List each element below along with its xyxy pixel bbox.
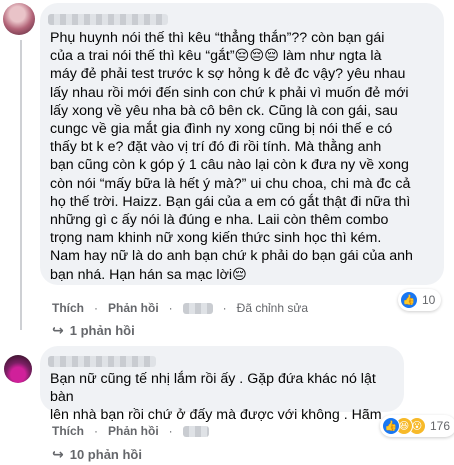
comment-bubble: Phụ huynh nói thế thì kêu “thẳng thắn”??… [40,3,444,285]
replies-count-label: 1 phản hồi [69,323,135,338]
replies-count-label: 10 phản hồi [69,447,142,462]
commenter-name[interactable] [48,11,168,29]
view-replies[interactable]: ↪ 1 phản hồi [52,322,135,339]
reaction-summary[interactable]: 👍 😆 😮 176 [380,415,454,437]
comment-actions: Thích · Phản hồi · · Đã chỉnh sửa [52,301,309,315]
comment-text: Bạn nữ cũng tế nhị lắm rồi ấy . Gặp đứa … [50,371,382,424]
comment-actions: Thích · Phản hồi · [52,424,209,438]
view-replies[interactable]: ↪ 10 phản hồi [52,446,142,463]
commenter-name[interactable] [48,353,156,371]
reaction-summary[interactable]: 👍 10 [398,289,442,311]
timestamp[interactable] [182,302,213,314]
thread-line [20,40,22,330]
like-icon: 👍 [400,291,418,309]
avatar[interactable] [3,3,35,35]
comment-bubble: Bạn nữ cũng tế nhị lắm rồi ấy . Gặp đứa … [40,346,404,423]
reply-button[interactable]: Phản hồi [108,301,159,315]
like-button[interactable]: Thích [52,424,84,438]
reply-arrow-icon: ↪ [52,322,64,338]
reaction-count: 176 [430,419,451,433]
avatar[interactable] [4,355,32,383]
like-button[interactable]: Thích [52,301,84,315]
edited-label[interactable]: Đã chỉnh sửa [237,301,308,315]
reaction-count: 10 [422,293,436,307]
like-icon: 👍 [382,417,400,435]
blurred-name [48,14,168,26]
reply-button[interactable]: Phản hồi [108,424,159,438]
blurred-name [48,356,156,368]
comment-text: Phụ huynh nói thế thì kêu “thẳng thắn”??… [50,30,413,283]
reply-arrow-icon: ↪ [52,446,64,462]
timestamp[interactable] [182,425,209,437]
